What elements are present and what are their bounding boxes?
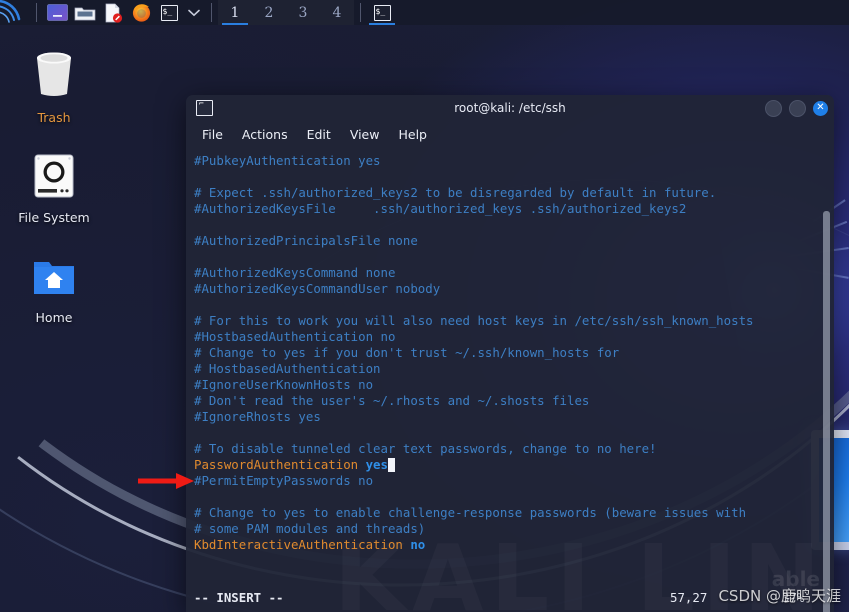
menu-edit[interactable]: Edit: [307, 127, 331, 142]
workspace-switcher: 1 2 3 4: [218, 0, 354, 25]
terminal-line: # Expect .ssh/authorized_keys2 to be dis…: [194, 185, 834, 201]
terminal-task-icon: [373, 4, 391, 21]
terminal-window-title: root@kali: /etc/ssh: [454, 101, 566, 115]
window-controls: ✕: [765, 99, 828, 117]
terminal-line: #HostbasedAuthentication no: [194, 329, 834, 345]
maximize-button[interactable]: [789, 99, 806, 117]
desktop-icon-home[interactable]: Home: [4, 258, 104, 325]
terminal-line: #AuthorizedPrincipalsFile none: [194, 233, 834, 249]
kali-dragon-icon[interactable]: [0, 0, 30, 25]
terminal-span: yes: [365, 457, 388, 472]
terminal-line: #AuthorizedKeysFile .ssh/authorized_keys…: [194, 201, 834, 217]
firefox-icon[interactable]: [127, 0, 155, 25]
terminal-span: # Change to yes to enable challenge-resp…: [194, 505, 747, 520]
text-cursor: [387, 458, 396, 472]
chevron-down-icon[interactable]: [183, 0, 205, 25]
vim-mode-indicator: -- INSERT --: [194, 590, 284, 605]
vim-cursor-position: 57,27: [670, 590, 708, 605]
terminal-span: #PubkeyAuthentication yes: [194, 153, 381, 168]
terminal-line: PasswordAuthentication yes: [194, 457, 834, 473]
terminal-span: #AuthorizedKeysCommandUser nobody: [194, 281, 441, 296]
terminal-window[interactable]: root@kali: /etc/ssh ✕ File Actions Edit …: [186, 95, 834, 612]
file-manager-icon[interactable]: [71, 0, 99, 25]
terminal-menubar: File Actions Edit View Help: [186, 121, 834, 147]
menu-file[interactable]: File: [202, 127, 223, 142]
terminal-line: # For this to work you will also need ho…: [194, 313, 834, 329]
terminal-span: # For this to work you will also need ho…: [194, 313, 754, 328]
terminal-span: PasswordAuthentication: [194, 457, 366, 472]
terminal-line: # Don't read the user's ~/.rhosts and ~/…: [194, 393, 834, 409]
terminal-span: # Don't read the user's ~/.rhosts and ~/…: [194, 393, 590, 408]
desktop-icon-trash[interactable]: Trash: [4, 48, 104, 125]
terminal-line: #AuthorizedKeysCommandUser nobody: [194, 281, 834, 297]
terminal-span: #HostbasedAuthentication no: [194, 329, 396, 344]
terminal-icon[interactable]: [155, 0, 183, 25]
terminal-line: # some PAM modules and threads): [194, 521, 834, 537]
csdn-watermark: CSDN @鹿鸣天涯: [718, 587, 841, 605]
terminal-span: #AuthorizedKeysFile .ssh/authorized_keys…: [194, 201, 687, 216]
desktop-icon-label: File System: [18, 210, 90, 225]
taskbar: 1 2 3 4: [0, 0, 849, 25]
desktop-screen: 1 2 3 4 Trash File Syste: [0, 0, 849, 612]
vim-buffer-text[interactable]: #PubkeyAuthentication yes # Expect .ssh/…: [186, 153, 834, 553]
close-button[interactable]: ✕: [813, 100, 828, 116]
terminal-span: #AuthorizedKeysCommand none: [194, 265, 396, 280]
terminal-span: #IgnoreUserKnownHosts no: [194, 377, 374, 392]
terminal-line: #IgnoreRhosts yes: [194, 409, 834, 425]
terminal-span: # Expect .ssh/authorized_keys2 to be dis…: [194, 185, 717, 200]
home-folder-icon: [34, 262, 74, 294]
taskbar-separator: [360, 3, 361, 22]
terminal-span: no: [410, 537, 426, 552]
terminal-glyph: [160, 4, 178, 21]
terminal-line: #PubkeyAuthentication yes: [194, 153, 834, 169]
terminal-line: # Change to yes to enable challenge-resp…: [194, 505, 834, 521]
terminal-window-icon: [196, 99, 213, 116]
terminal-span: #IgnoreRhosts yes: [194, 409, 321, 424]
workspace-1[interactable]: 1: [218, 0, 252, 25]
terminal-line: # HostbasedAuthentication: [194, 361, 834, 377]
terminal-span: # HostbasedAuthentication: [194, 361, 381, 376]
terminal-span: #PermitEmptyPasswords no: [194, 473, 374, 488]
text-editor-icon[interactable]: [99, 0, 127, 25]
terminal-span: KbdInteractiveAuthentication: [194, 537, 411, 552]
minimize-button[interactable]: [765, 99, 782, 117]
terminal-line: #IgnoreUserKnownHosts no: [194, 377, 834, 393]
terminal-span: # To disable tunneled clear text passwor…: [194, 441, 657, 456]
desktop-icon-label: Trash: [37, 110, 71, 125]
taskbar-separator: [36, 3, 37, 22]
desktop-icon-file-system[interactable]: File System: [4, 152, 104, 225]
file-system-icon: [34, 154, 74, 198]
red-arrow-annotation: [138, 473, 194, 489]
terminal-content-area[interactable]: KALI LINUX able #PubkeyAuthentication ye…: [186, 147, 834, 612]
terminal-line: #PermitEmptyPasswords no: [194, 473, 834, 489]
taskbar-window-button-terminal[interactable]: [367, 0, 397, 25]
terminal-span: #AuthorizedPrincipalsFile none: [194, 233, 418, 248]
workspace-2[interactable]: 2: [252, 0, 286, 25]
terminal-span: # some PAM modules and threads): [194, 521, 426, 536]
workspace-3[interactable]: 3: [286, 0, 320, 25]
workspace-4[interactable]: 4: [320, 0, 354, 25]
menu-actions[interactable]: Actions: [242, 127, 288, 142]
terminal-line: # To disable tunneled clear text passwor…: [194, 441, 834, 457]
desktop-icon-label: Home: [35, 310, 73, 325]
terminal-line: KbdInteractiveAuthentication no: [194, 537, 834, 553]
terminal-scrollbar-thumb[interactable]: [823, 211, 830, 612]
terminal-span: # Change to yes if you don't trust ~/.ss…: [194, 345, 620, 360]
menu-view[interactable]: View: [350, 127, 380, 142]
app-finder-icon[interactable]: [43, 0, 71, 25]
terminal-line: #AuthorizedKeysCommand none: [194, 265, 834, 281]
terminal-titlebar[interactable]: root@kali: /etc/ssh ✕: [186, 95, 834, 121]
menu-help[interactable]: Help: [398, 127, 427, 142]
taskbar-separator: [211, 3, 212, 22]
terminal-scrollbar[interactable]: [822, 203, 831, 612]
terminal-line: # Change to yes if you don't trust ~/.ss…: [194, 345, 834, 361]
trash-icon: [37, 52, 71, 96]
